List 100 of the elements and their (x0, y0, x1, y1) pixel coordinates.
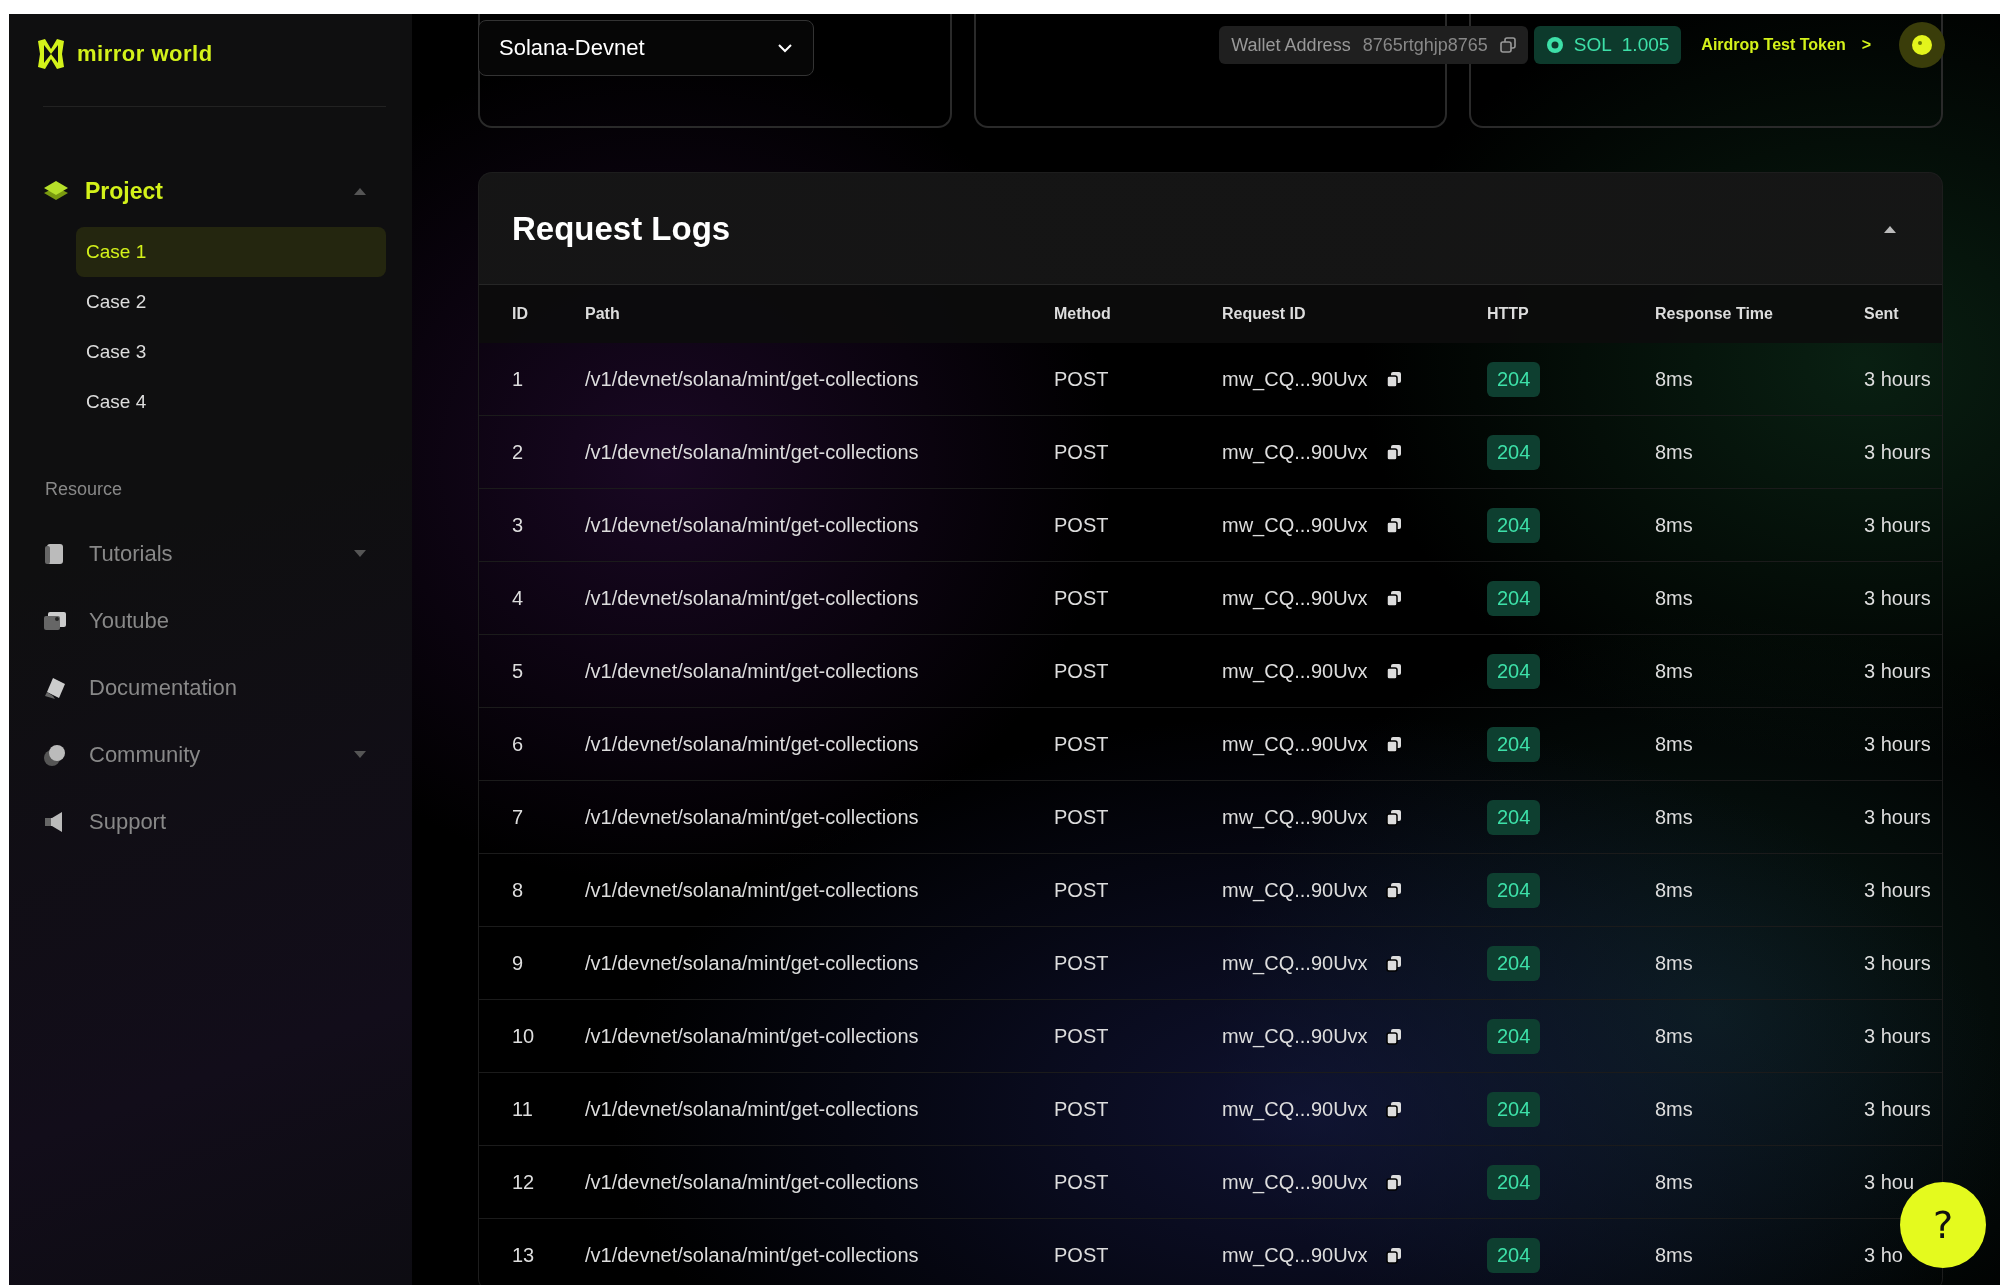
copy-button[interactable] (1385, 1173, 1402, 1191)
table-cell-text: /v1/devnet/solana/mint/get-collections (585, 440, 920, 464)
copy-button[interactable] (1385, 1246, 1402, 1264)
table-cell-text: POST (1054, 367, 1110, 391)
network-select[interactable]: Solana-Devnet (478, 20, 814, 76)
table-cell-text: POST (1054, 1170, 1110, 1194)
document-icon (43, 675, 67, 700)
table-cell-text: /v1/devnet/solana/mint/get-collections (585, 805, 920, 829)
table-cell: 3 hours (1864, 367, 1931, 390)
table-cell-text: 8ms (1655, 805, 1694, 829)
table-cell-text: /v1/devnet/solana/mint/get-collections (585, 659, 920, 683)
copy-icon (1385, 1246, 1402, 1264)
table-cell-text: /v1/devnet/solana/mint/get-collections (585, 951, 920, 975)
case-item[interactable]: Case 3 (76, 327, 386, 377)
table-cell-text: 8ms (1655, 1024, 1694, 1048)
copy-button[interactable] (1385, 370, 1402, 388)
status-badge: 204 (1487, 799, 1541, 835)
table-cell: mw_CQ...90Uvx (1222, 1170, 1368, 1194)
nav-item[interactable]: Community (35, 721, 386, 788)
table-cell-text: 2 (512, 440, 525, 464)
table-cell-text: POST (1054, 732, 1110, 756)
table-cell-text: /v1/devnet/solana/mint/get-collections (585, 367, 920, 391)
copy-button[interactable] (1385, 443, 1402, 461)
table-cell: mw_CQ...90Uvx (1222, 1243, 1368, 1267)
table-cell-text: POST (1054, 878, 1110, 902)
copy-icon (1385, 662, 1402, 680)
status-badge: 204 (1487, 945, 1541, 981)
table-cell: 3 hours (1864, 732, 1931, 755)
status-badge: 204 (1487, 507, 1541, 543)
case-item[interactable]: Case 2 (76, 277, 386, 327)
status-badge: 204 (1487, 653, 1541, 689)
copy-button[interactable] (1385, 589, 1402, 607)
case-item[interactable]: Case 1 (76, 227, 386, 277)
nav-item[interactable]: Tutorials (35, 520, 386, 587)
copy-button[interactable] (1385, 1100, 1402, 1118)
column-header: ID (512, 305, 529, 323)
table-cell-text: 10 (512, 1024, 536, 1048)
copy-icon (1385, 1100, 1402, 1118)
token-icon (1545, 36, 1564, 54)
table-cell: mw_CQ...90Uvx (1222, 367, 1368, 391)
copy-button[interactable] (1385, 808, 1402, 826)
status-badge: 204 (1487, 580, 1541, 616)
table-cell: 3 hours (1864, 1024, 1931, 1047)
column-header: Response Time (1655, 305, 1774, 323)
table-cell-text: 6 (512, 732, 525, 756)
table-cell-text: POST (1054, 1024, 1110, 1048)
chevron-down-icon (777, 43, 793, 53)
case-item[interactable]: Case 4 (76, 377, 386, 427)
status-badge: 204 (1487, 361, 1541, 397)
table-cell-text: 13 (512, 1243, 536, 1267)
logo-text: mirror world (77, 41, 213, 67)
status-badge: 204 (1487, 1237, 1541, 1273)
nav-item[interactable]: Documentation (35, 654, 386, 721)
copy-button[interactable] (1385, 516, 1402, 534)
status-badge: 204 (1487, 872, 1541, 908)
chat-bubble-icon (43, 742, 67, 767)
table-cell: 3 hours (1864, 440, 1931, 463)
copy-icon (1385, 1173, 1402, 1191)
table-cell-text: 8ms (1655, 1243, 1694, 1267)
table-cell-text: 8ms (1655, 878, 1694, 902)
table-cell-text: POST (1054, 951, 1110, 975)
table-cell-text: 8ms (1655, 1170, 1694, 1194)
nav-item[interactable]: Project (35, 169, 386, 213)
balance-amount: 1.005 (1621, 34, 1670, 56)
table-cell-text: 8ms (1655, 659, 1694, 683)
copy-icon (1385, 1027, 1402, 1045)
table-cell: 3 hours (1864, 951, 1931, 974)
column-header: Sent (1864, 305, 1900, 323)
nav-item[interactable]: Support (35, 788, 386, 855)
column-header: Request ID (1222, 305, 1307, 323)
nav-item[interactable]: Youtube (35, 587, 386, 654)
table-cell-text: 1 (512, 367, 525, 391)
table-cell: mw_CQ...90Uvx (1222, 513, 1368, 537)
wallet-label: Wallet Address (1231, 34, 1351, 56)
table-cell-text: 7 (512, 805, 525, 829)
column-header: HTTP (1487, 305, 1530, 323)
copy-button[interactable] (1385, 662, 1402, 680)
copy-icon (1385, 954, 1402, 972)
table-cell-text: POST (1054, 1243, 1110, 1267)
table-cell-text: 8ms (1655, 513, 1694, 537)
table-cell: 3 hours (1864, 805, 1931, 828)
status-badge: 204 (1487, 726, 1541, 762)
table-cell-text: /v1/devnet/solana/mint/get-collections (585, 513, 920, 537)
copy-icon (1385, 516, 1402, 534)
table-cell: mw_CQ...90Uvx (1222, 878, 1368, 902)
copy-button[interactable] (1385, 1027, 1402, 1045)
wallet-address: 8765rtghjp8765 (1362, 34, 1488, 56)
copy-icon (1385, 370, 1402, 388)
copy-button[interactable] (1385, 881, 1402, 899)
table-cell-text: POST (1054, 440, 1110, 464)
table-cell-text: POST (1054, 586, 1110, 610)
avatar-icon (1911, 34, 1933, 56)
table-cell-text: POST (1054, 659, 1110, 683)
airdrop-link[interactable]: Airdrop Test Token > (1687, 36, 1893, 54)
table-cell-text: 8ms (1655, 1097, 1694, 1121)
copy-button[interactable] (1385, 954, 1402, 972)
table-cell-text: /v1/devnet/solana/mint/get-collections (585, 1243, 920, 1267)
copy-button[interactable] (1385, 735, 1402, 753)
avatar[interactable] (1899, 22, 1945, 68)
copy-icon (1385, 735, 1402, 753)
